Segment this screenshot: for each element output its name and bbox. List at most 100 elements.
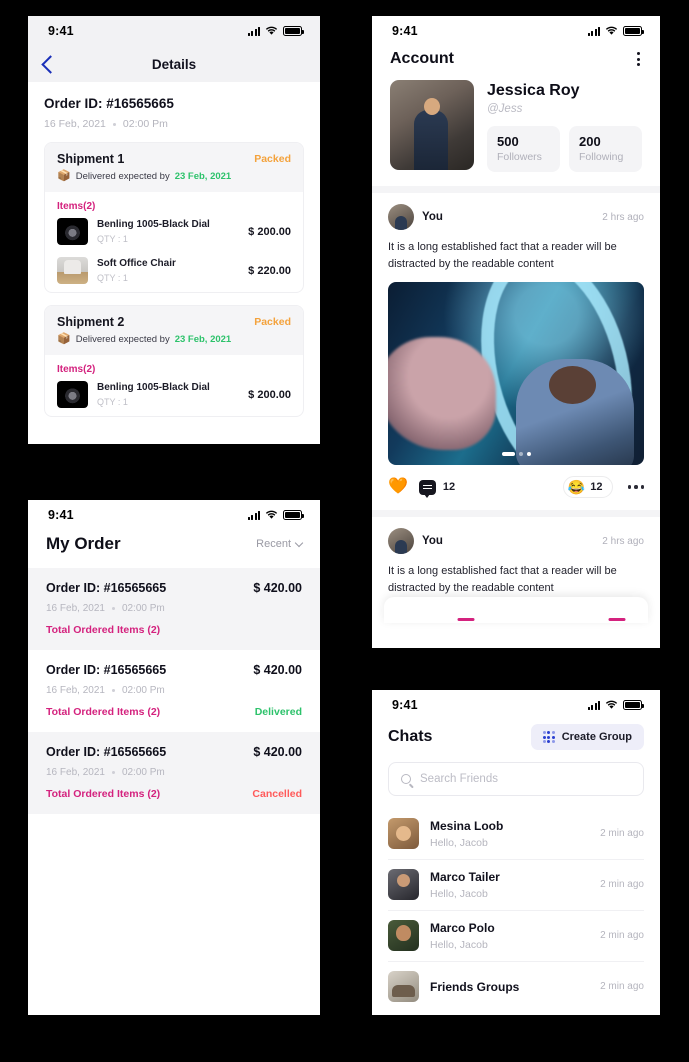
post-image[interactable]	[388, 282, 644, 466]
feed-post: You 2 hrs ago It is a long established f…	[372, 193, 660, 466]
search-box[interactable]	[388, 762, 644, 796]
wifi-icon	[605, 26, 618, 35]
search-icon	[401, 774, 411, 784]
item-qty: QTY : 1	[97, 234, 128, 244]
status-bar-icons	[587, 700, 644, 710]
create-group-button[interactable]: Create Group	[530, 724, 644, 750]
create-group-label: Create Group	[561, 731, 632, 743]
chat-message: Hello, Jacob	[430, 887, 488, 900]
avatar	[388, 920, 419, 951]
chat-name: Marco Polo	[430, 920, 495, 935]
page-title: Chats	[388, 728, 433, 745]
avatar	[388, 971, 419, 1002]
chat-list-item[interactable]: Marco Tailer Hello, Jacob 2 min ago	[388, 859, 644, 910]
package-box-icon: 📦	[57, 333, 71, 345]
status-bar-time: 9:41	[48, 508, 74, 522]
search-section	[372, 762, 660, 809]
phone-account-screen: 9:41 Account Jessica Roy @Jess 500 Follo…	[372, 16, 660, 648]
battery-icon	[283, 510, 304, 520]
chat-timestamp: 2 min ago	[600, 930, 644, 941]
details-navbar: Details	[28, 46, 320, 82]
screenshot-canvas: 9:41 Details Order ID: #16565665 16 Feb,…	[0, 0, 689, 1062]
order-date: 16 Feb, 2021	[46, 767, 105, 778]
following-stat[interactable]: 200 Following	[569, 126, 642, 172]
post-actions: 🧡 12 😂 12	[372, 465, 660, 511]
order-meta: 16 Feb, 2021 02:00 Pm	[44, 118, 304, 130]
cellular-signal-icon	[247, 26, 260, 36]
followers-stat[interactable]: 500 Followers	[487, 126, 560, 172]
item-qty: QTY : 1	[97, 397, 128, 407]
chat-list-item[interactable]: Friends Groups 2 min ago	[388, 961, 644, 1012]
order-date: 16 Feb, 2021	[46, 603, 105, 614]
profile-section: Jessica Roy @Jess 500 Followers 200 Foll…	[372, 80, 660, 186]
chat-timestamp: 2 min ago	[600, 879, 644, 890]
status-bar-icons	[587, 26, 644, 36]
chats-header: Chats Create Group	[372, 720, 660, 762]
chat-name: Friends Groups	[430, 979, 520, 994]
account-header: Account	[372, 46, 660, 80]
item-price: $ 220.00	[248, 264, 291, 277]
post-timestamp: 2 hrs ago	[602, 535, 644, 547]
reaction-badge[interactable]: 😂 12	[562, 476, 613, 499]
delivery-label: Delivered expected by	[75, 171, 170, 182]
order-id: Order ID: #16565665	[46, 663, 167, 677]
carousel-dots[interactable]	[388, 452, 644, 457]
post-timestamp: 2 hrs ago	[602, 211, 644, 223]
separator-dot-icon	[112, 122, 116, 126]
order-date: 16 Feb, 2021	[46, 685, 105, 696]
status-bar: 9:41	[372, 16, 660, 46]
profile-name: Jessica Roy	[487, 82, 580, 99]
order-list-item[interactable]: Order ID: #16565665 $ 420.00 16 Feb, 202…	[28, 732, 320, 814]
chat-message: Hello, Jacob	[430, 938, 488, 951]
order-amount: $ 420.00	[253, 745, 302, 759]
profile-handle: @Jess	[487, 103, 523, 115]
chat-timestamp: 2 min ago	[600, 828, 644, 839]
shipment-card[interactable]: Shipment 1 Packed 📦 Delivered expected b…	[44, 142, 304, 293]
item-name: Benling 1005-Black Dial	[97, 382, 210, 393]
shipment-name: Shipment 1	[57, 152, 125, 166]
avatar	[390, 80, 474, 170]
order-list-item[interactable]: Order ID: #16565665 $ 420.00 16 Feb, 202…	[28, 568, 320, 650]
delivery-date: 23 Feb, 2021	[174, 171, 232, 182]
order-time: 02:00 Pm	[122, 118, 168, 130]
battery-icon	[283, 26, 304, 36]
chat-message: Hello, Jacob	[430, 836, 488, 849]
kebab-menu-icon[interactable]	[635, 50, 642, 68]
separator-dot-icon	[111, 771, 115, 774]
shipment-header: Shipment 2 Packed 📦 Delivered expected b…	[45, 306, 303, 355]
order-list-item[interactable]: Order ID: #16565665 $ 420.00 16 Feb, 202…	[28, 650, 320, 732]
laughing-emoji-icon: 😂	[567, 479, 586, 496]
search-input[interactable]	[420, 773, 631, 785]
order-date: 16 Feb, 2021	[44, 118, 106, 130]
heart-icon[interactable]: 🧡	[388, 479, 408, 495]
bottom-navigation-bar[interactable]	[384, 597, 648, 624]
following-label: Following	[579, 151, 624, 163]
more-horizontal-icon[interactable]	[624, 485, 644, 489]
phone-orders-screen: 9:41 My Order Recent Order ID: #16565665…	[28, 500, 320, 1015]
order-time: 02:00 Pm	[121, 603, 165, 614]
chat-name: Mesina Loob	[430, 818, 504, 833]
order-id: Order ID: #16565665	[46, 745, 167, 759]
status-bar-time: 9:41	[392, 698, 418, 712]
item-name: Soft Office Chair	[97, 258, 176, 269]
status-bar-icons	[247, 26, 304, 36]
comment-button[interactable]: 12	[418, 479, 455, 498]
wifi-icon	[605, 700, 618, 709]
details-body: Order ID: #16565665 16 Feb, 2021 02:00 P…	[28, 82, 320, 417]
shipment-card[interactable]: Shipment 2 Packed 📦 Delivered expected b…	[44, 305, 304, 417]
cellular-signal-icon	[587, 26, 600, 36]
status-bar-time: 9:41	[392, 24, 418, 38]
delivery-label: Delivered expected by	[75, 334, 170, 345]
product-thumbnail	[57, 257, 88, 284]
chat-list-item[interactable]: Marco Polo Hello, Jacob 2 min ago	[388, 910, 644, 961]
item-row[interactable]: Benling 1005-Black Dial QTY : 1 $ 200.00	[45, 377, 303, 416]
product-thumbnail	[57, 381, 88, 408]
item-row[interactable]: Benling 1005-Black Dial QTY : 1 $ 200.00	[45, 214, 303, 253]
status-badge: Packed	[254, 316, 291, 328]
item-qty: QTY : 1	[97, 273, 128, 283]
sort-dropdown[interactable]: Recent	[256, 538, 304, 550]
item-row[interactable]: Soft Office Chair QTY : 1 $ 220.00	[45, 253, 303, 292]
page-title: Account	[390, 50, 454, 67]
chat-list-item[interactable]: Mesina Loob Hello, Jacob 2 min ago	[388, 809, 644, 859]
shipment-header: Shipment 1 Packed 📦 Delivered expected b…	[45, 143, 303, 192]
